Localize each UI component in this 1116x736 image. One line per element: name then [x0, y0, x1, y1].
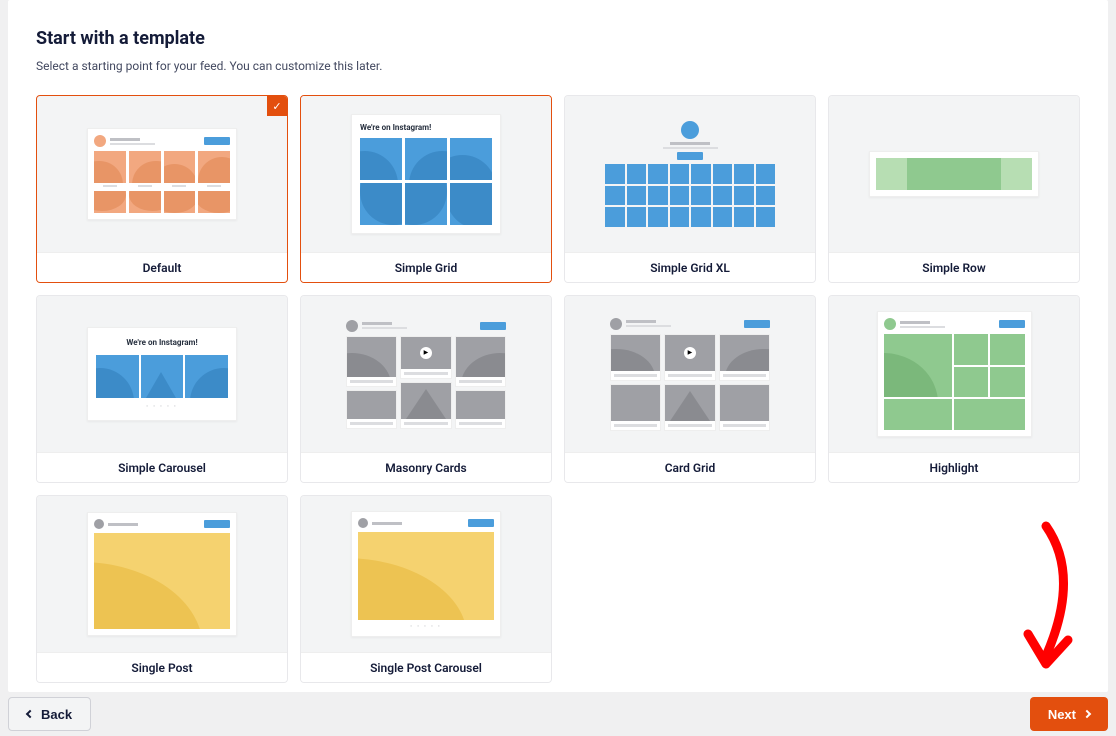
check-icon: ✓	[267, 96, 287, 116]
back-button[interactable]: Back	[8, 697, 91, 731]
template-simple-grid-xl[interactable]: Simple Grid XL	[564, 95, 816, 283]
chevron-right-icon	[1083, 710, 1091, 718]
template-label: Default	[37, 252, 287, 282]
template-label: Single Post Carousel	[301, 652, 551, 682]
template-default[interactable]: ✓	[36, 95, 288, 283]
template-masonry-cards[interactable]: ▶ Masonry Cards	[300, 295, 552, 483]
template-label: Simple Grid	[301, 252, 551, 282]
template-card-grid[interactable]: ▶ Card Grid	[564, 295, 816, 483]
template-single-post-carousel[interactable]: • • • • • Single Post Carousel	[300, 495, 552, 683]
page-title: Start with a template	[36, 28, 1080, 49]
template-label: Simple Row	[829, 252, 1079, 282]
next-label: Next	[1048, 707, 1076, 722]
template-simple-grid[interactable]: We're on Instagram! Simple Grid	[300, 95, 552, 283]
template-label: Simple Grid XL	[565, 252, 815, 282]
back-label: Back	[41, 707, 72, 722]
template-highlight[interactable]: Highlight	[828, 295, 1080, 483]
template-grid: ✓	[36, 95, 1080, 683]
footer: Back Next	[0, 692, 1116, 736]
next-button[interactable]: Next	[1030, 697, 1108, 731]
instagram-text: We're on Instagram!	[96, 338, 228, 347]
template-label: Single Post	[37, 652, 287, 682]
template-label: Card Grid	[565, 452, 815, 482]
template-label: Simple Carousel	[37, 452, 287, 482]
main-panel: Start with a template Select a starting …	[8, 0, 1108, 692]
instagram-text: We're on Instagram!	[360, 123, 492, 132]
template-simple-row[interactable]: Simple Row	[828, 95, 1080, 283]
template-label: Masonry Cards	[301, 452, 551, 482]
template-label: Highlight	[829, 452, 1079, 482]
chevron-left-icon	[26, 710, 34, 718]
page-subtitle: Select a starting point for your feed. Y…	[36, 59, 1080, 73]
template-simple-carousel[interactable]: We're on Instagram! • • • • • Simple Car…	[36, 295, 288, 483]
template-single-post[interactable]: Single Post	[36, 495, 288, 683]
